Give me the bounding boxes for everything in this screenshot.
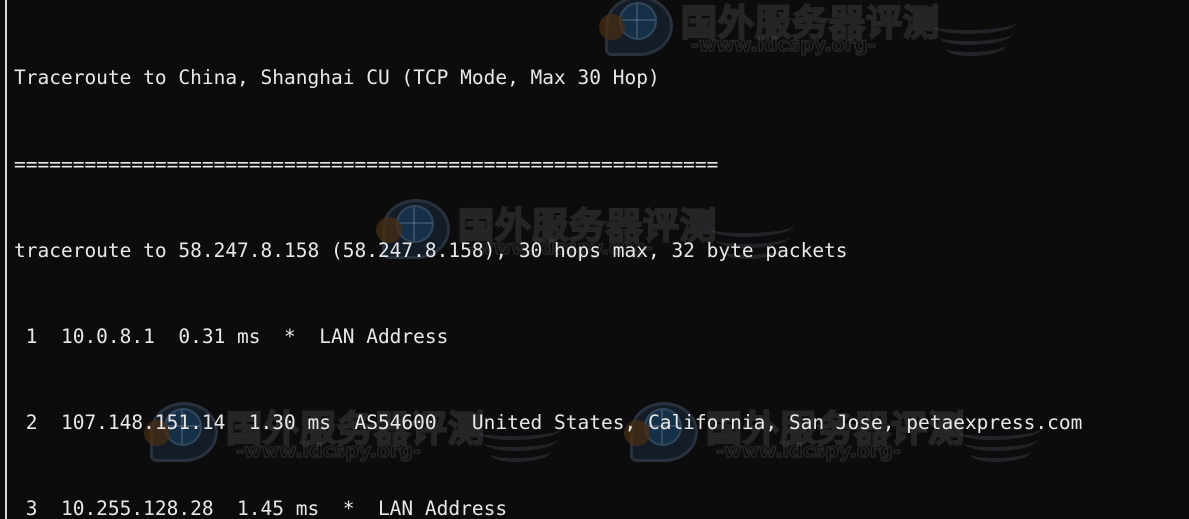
- traceroute-hop-row: 2 107.148.151.14 1.30 ms AS54600 United …: [14, 410, 1083, 434]
- traceroute-hop-row: 3 10.255.128.28 1.45 ms * LAN Address: [14, 496, 508, 519]
- terminal-window: 国外服务器评测 -www.idcspy.org- 国外服务器评测 -www.id…: [0, 0, 1189, 519]
- terminal-scrollbar[interactable]: [5, 0, 7, 519]
- output-line-separator: ========================================…: [14, 152, 719, 176]
- output-line-title: Traceroute to China, Shanghai CU (TCP Mo…: [14, 66, 660, 90]
- terminal-output[interactable]: Traceroute to China, Shanghai CU (TCP Mo…: [0, 0, 1189, 519]
- output-line-command: traceroute to 58.247.8.158 (58.247.8.158…: [14, 238, 848, 262]
- traceroute-hop-row: 1 10.0.8.1 0.31 ms * LAN Address: [14, 324, 449, 348]
